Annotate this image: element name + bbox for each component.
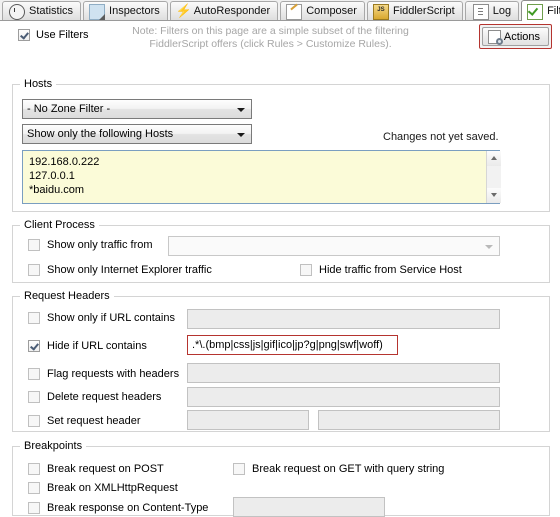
actions-button-focus-ring: Actions [478, 24, 552, 49]
hide-service-host-row[interactable]: Hide traffic from Service Host [300, 264, 462, 276]
delete-request-headers-input[interactable] [187, 387, 500, 407]
note-line-2: FiddlerScript offers (click Rules > Cust… [149, 38, 392, 50]
break-response-on-content-type-checkbox[interactable] [28, 502, 40, 514]
tab-statistics[interactable]: Statistics [2, 1, 82, 20]
set-request-header-name-input[interactable] [187, 410, 309, 430]
scroll-up-arrow-icon[interactable] [487, 151, 501, 166]
set-request-header-label: Set request header [47, 415, 141, 427]
show-only-if-url-contains-row[interactable]: Show only if URL contains [28, 312, 175, 324]
client-process-group-label: Client Process [24, 219, 95, 231]
break-response-on-content-type-row[interactable]: Break response on Content-Type [28, 502, 208, 514]
host-mode-value: Show only the following Hosts [27, 128, 174, 140]
hide-if-url-contains-input[interactable]: .*\.(bmp|css|js|gif|ico|jp?g|png|swf|wof… [187, 335, 398, 355]
break-request-on-post-label: Break request on POST [47, 463, 164, 475]
actions-gear-icon [487, 29, 503, 45]
filters-note: Note: Filters on this page are a simple … [113, 25, 428, 51]
client-process-dropdown[interactable] [168, 236, 500, 256]
actions-button[interactable]: Actions [481, 27, 549, 46]
show-only-traffic-from-row[interactable]: Show only traffic from [28, 239, 153, 251]
set-request-header-value-input[interactable] [318, 410, 500, 430]
breakpoints-group-label: Breakpoints [24, 440, 83, 452]
show-only-if-url-contains-checkbox[interactable] [28, 312, 40, 324]
show-only-traffic-from-label: Show only traffic from [47, 239, 153, 251]
save-status-text: Changes not yet saved. [383, 131, 499, 143]
tab-label: Filters [547, 5, 560, 17]
tab-composer[interactable]: Composer [280, 1, 365, 20]
hide-if-url-contains-row[interactable]: Hide if URL contains [28, 340, 147, 352]
filters-page: Use Filters Note: Filters on this page a… [0, 21, 560, 517]
break-response-content-type-input[interactable] [233, 497, 385, 517]
use-filters-row[interactable]: Use Filters [18, 29, 89, 41]
break-response-on-content-type-label: Break response on Content-Type [47, 502, 209, 514]
tab-label: FiddlerScript [392, 5, 455, 17]
compose-icon [286, 4, 303, 20]
tab-strip: Statistics Inspectors ⚡ AutoResponder Co… [0, 0, 560, 21]
tab-filters[interactable]: Filters [521, 0, 560, 21]
tab-inspectors[interactable]: Inspectors [83, 1, 168, 20]
show-only-if-url-contains-label: Show only if URL contains [47, 312, 175, 324]
note-line-1: Note: Filters on this page are a simple … [132, 25, 409, 37]
filters-toolbar: Use Filters Note: Filters on this page a… [0, 21, 560, 53]
set-request-header-row[interactable]: Set request header [28, 415, 141, 427]
stopwatch-icon [9, 4, 25, 20]
set-request-header-checkbox[interactable] [28, 415, 40, 427]
delete-request-headers-row[interactable]: Delete request headers [28, 391, 161, 403]
break-request-on-get-row[interactable]: Break request on GET with query string [233, 463, 444, 475]
filter-check-icon [527, 3, 544, 20]
tab-label: Composer [306, 5, 357, 17]
flag-requests-with-headers-input[interactable] [187, 363, 500, 383]
tab-label: Log [492, 5, 512, 17]
chevron-down-icon [237, 133, 245, 137]
chevron-down-icon [485, 245, 493, 249]
tab-log[interactable]: Log [464, 1, 520, 20]
hide-if-url-contains-checkbox[interactable] [28, 340, 40, 352]
show-only-ie-traffic-checkbox[interactable] [28, 264, 40, 276]
flag-requests-with-headers-row[interactable]: Flag requests with headers [28, 368, 179, 380]
break-request-on-post-checkbox[interactable] [28, 463, 40, 475]
scroll-down-arrow-icon[interactable] [487, 188, 501, 203]
inspectors-icon [89, 4, 106, 20]
host-list-scrollbar[interactable] [486, 151, 501, 203]
break-on-xmlhttprequest-checkbox[interactable] [28, 482, 40, 494]
tab-label: AutoResponder [193, 5, 271, 17]
hide-if-url-contains-label: Hide if URL contains [47, 340, 147, 352]
tab-autoresponder[interactable]: ⚡ AutoResponder [169, 1, 279, 20]
tab-label: Statistics [29, 5, 74, 17]
js-script-icon: JS [372, 4, 389, 20]
show-only-traffic-from-checkbox[interactable] [28, 239, 40, 251]
actions-button-label: Actions [503, 30, 540, 43]
flag-requests-with-headers-label: Flag requests with headers [47, 368, 180, 380]
use-filters-label: Use Filters [36, 29, 89, 41]
show-only-ie-traffic-row[interactable]: Show only Internet Explorer traffic [28, 264, 212, 276]
chevron-down-icon [237, 108, 245, 112]
tab-label: Inspectors [109, 5, 160, 17]
log-icon [472, 3, 489, 20]
request-headers-group-label: Request Headers [24, 290, 110, 302]
hide-service-host-label: Hide traffic from Service Host [319, 264, 462, 276]
break-request-on-post-row[interactable]: Break request on POST [28, 463, 164, 475]
host-list-textarea[interactable]: 192.168.0.222 127.0.0.1 *baidu.com [22, 150, 500, 204]
zone-filter-value: - No Zone Filter - [27, 103, 111, 115]
hide-service-host-checkbox[interactable] [300, 264, 312, 276]
delete-request-headers-label: Delete request headers [47, 391, 162, 403]
use-filters-checkbox[interactable] [18, 29, 30, 41]
host-mode-dropdown[interactable]: Show only the following Hosts [22, 124, 252, 144]
show-only-if-url-contains-input[interactable] [187, 309, 500, 329]
hosts-group-label: Hosts [24, 78, 53, 90]
break-on-xmlhttprequest-label: Break on XMLHttpRequest [47, 482, 178, 494]
lightning-icon: ⚡ [175, 3, 192, 18]
break-request-on-get-checkbox[interactable] [233, 463, 245, 475]
zone-filter-dropdown[interactable]: - No Zone Filter - [22, 99, 252, 119]
flag-requests-with-headers-checkbox[interactable] [28, 368, 40, 380]
delete-request-headers-checkbox[interactable] [28, 391, 40, 403]
tab-fiddlerscript[interactable]: JS FiddlerScript [366, 1, 463, 20]
break-on-xmlhttprequest-row[interactable]: Break on XMLHttpRequest [28, 482, 178, 494]
break-request-on-get-label: Break request on GET with query string [252, 463, 445, 475]
show-only-ie-traffic-label: Show only Internet Explorer traffic [47, 264, 212, 276]
